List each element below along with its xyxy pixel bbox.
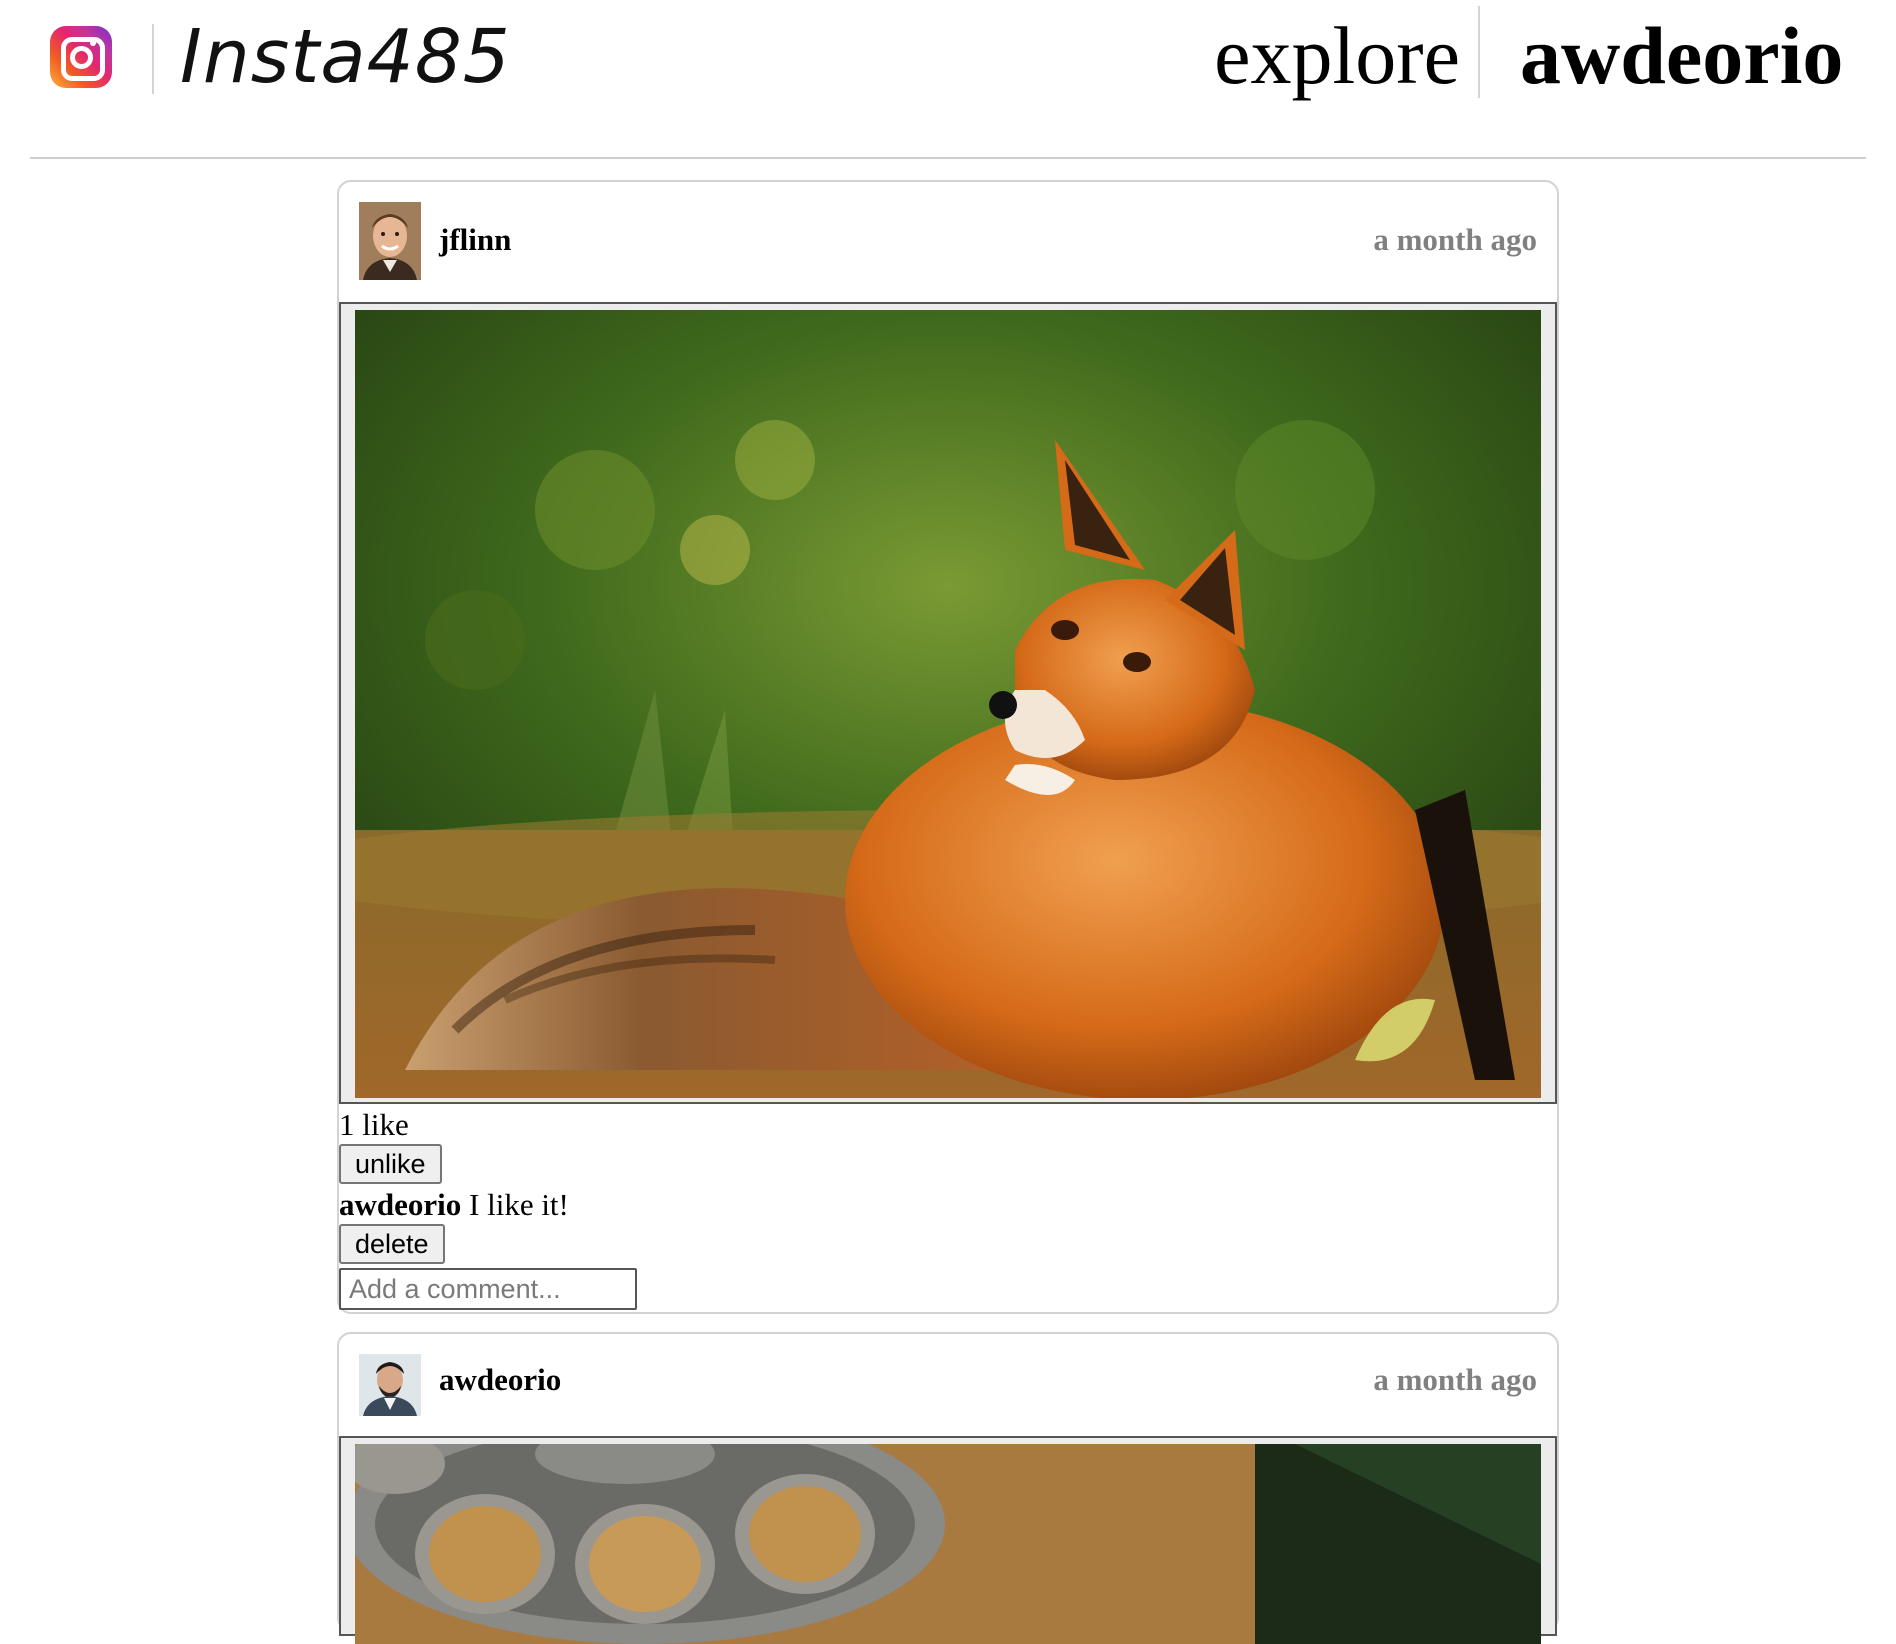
comment-input[interactable] bbox=[339, 1268, 637, 1310]
logo-divider bbox=[152, 24, 154, 94]
brand-title[interactable]: Insta485 bbox=[180, 12, 511, 102]
post-photo-frame bbox=[339, 1436, 1557, 1644]
post-header: jflinn a month ago bbox=[339, 182, 1557, 302]
post-owner-link[interactable]: jflinn bbox=[439, 220, 511, 260]
delete-comment-button[interactable]: delete bbox=[339, 1224, 445, 1264]
post-photo[interactable] bbox=[355, 310, 1541, 1098]
likes-count: 1 like bbox=[339, 1107, 409, 1142]
camera-flash-dot-icon bbox=[90, 40, 96, 46]
nav-explore-link[interactable]: explore bbox=[1214, 8, 1460, 104]
comment-text: I like it! bbox=[469, 1187, 569, 1222]
post-timestamp-link[interactable]: a month ago bbox=[1373, 220, 1537, 260]
post-photo-frame bbox=[339, 302, 1557, 1104]
post-card: jflinn a month ago 1 like unlike awdeori… bbox=[337, 180, 1559, 1314]
fox-photo-image bbox=[355, 310, 1541, 1098]
awdeorio-avatar-image bbox=[359, 1354, 421, 1416]
unlike-button[interactable]: unlike bbox=[339, 1144, 442, 1184]
comment-owner-link[interactable]: awdeorio bbox=[339, 1187, 461, 1222]
bowls-photo-image bbox=[355, 1444, 1541, 1644]
post-owner-link[interactable]: awdeorio bbox=[439, 1360, 561, 1400]
comment: awdeorio I like it! bbox=[339, 1186, 569, 1224]
post-photo[interactable] bbox=[355, 1444, 1541, 1644]
site-header: Insta485 explore awdeorio bbox=[0, 0, 1896, 158]
post-card: awdeorio a month ago bbox=[337, 1332, 1559, 1644]
nav-divider bbox=[1478, 6, 1480, 98]
header-divider bbox=[30, 157, 1866, 159]
avatar[interactable] bbox=[359, 202, 421, 280]
avatar[interactable] bbox=[359, 1354, 421, 1416]
instagram-logo-icon[interactable] bbox=[50, 26, 112, 88]
jflinn-avatar-image bbox=[359, 202, 421, 280]
nav-user-link[interactable]: awdeorio bbox=[1520, 8, 1843, 104]
post-timestamp-link[interactable]: a month ago bbox=[1373, 1360, 1537, 1400]
camera-lens-icon bbox=[70, 46, 93, 69]
